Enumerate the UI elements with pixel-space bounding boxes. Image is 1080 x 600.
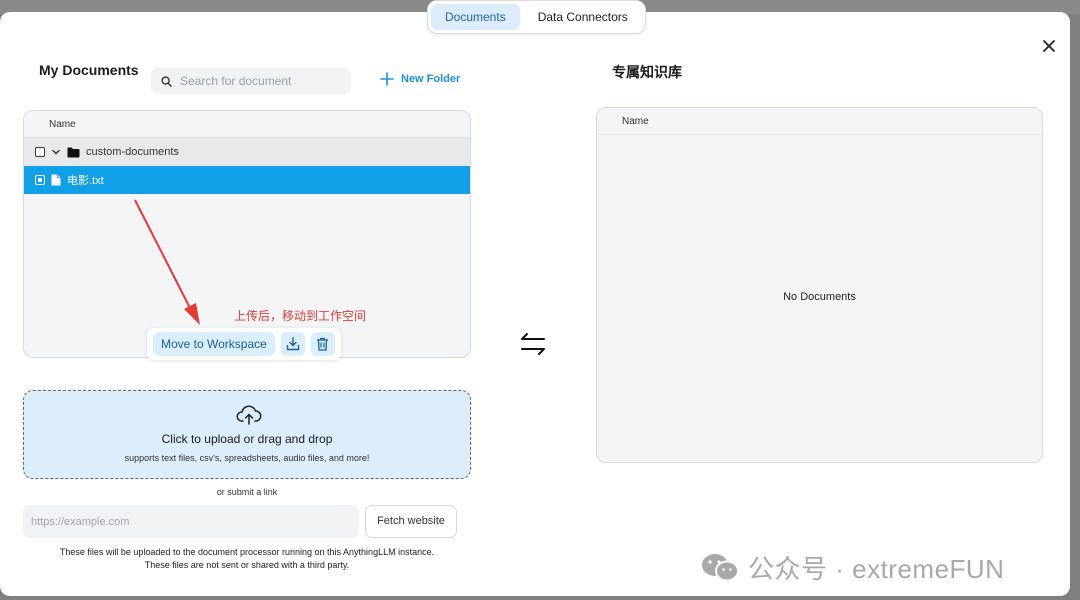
search-icon — [161, 75, 172, 87]
workspace-title: 专属知识库 — [612, 64, 682, 80]
file-icon — [51, 174, 61, 186]
annotation-text: 上传后，移动到工作空间 — [234, 309, 367, 323]
folder-row[interactable]: custom-documents — [24, 138, 470, 166]
folder-name: custom-documents — [86, 146, 179, 158]
wechat-icon — [702, 553, 739, 581]
folder-checkbox[interactable] — [35, 147, 45, 157]
trash-icon — [317, 337, 329, 351]
file-row[interactable]: 电影.txt — [24, 166, 470, 194]
workspace-documents-panel: Name No Documents — [596, 107, 1043, 463]
privacy-note-line2: These files are not sent or shared with … — [144, 560, 350, 570]
tab-data-connectors[interactable]: Data Connectors — [524, 4, 642, 30]
my-documents-title: My Documents — [39, 62, 139, 78]
empty-state-message: No Documents — [783, 291, 856, 303]
or-submit-link-label: or submit a link — [216, 487, 278, 497]
upload-title: Click to upload or drag and drop — [161, 432, 333, 446]
privacy-note-line1: These files will be uploaded to the docu… — [59, 547, 435, 557]
plus-icon — [380, 72, 394, 86]
swap-arrows-icon — [521, 333, 545, 355]
tab-documents[interactable]: Documents — [431, 4, 520, 30]
documents-modal: My Documents New Folder Name custom-docu… — [0, 12, 1070, 596]
new-folder-label: New Folder — [401, 73, 461, 85]
cloud-upload-icon — [236, 405, 262, 425]
file-name: 电影.txt — [67, 175, 104, 187]
chevron-down-icon[interactable] — [51, 147, 61, 157]
workspace-table-header-name: Name — [597, 108, 1042, 135]
upload-dropzone[interactable]: Click to upload or drag and drop support… — [23, 390, 471, 479]
move-to-workspace-button[interactable]: Move to Workspace — [153, 332, 275, 356]
search-input[interactable] — [180, 74, 340, 88]
embed-icon — [286, 337, 300, 351]
file-checkbox[interactable] — [35, 175, 45, 185]
embed-button[interactable] — [280, 332, 305, 356]
delete-button[interactable] — [310, 332, 335, 356]
new-folder-button[interactable]: New Folder — [380, 72, 460, 86]
watermark: 公众号 · extremeFUN — [700, 549, 1004, 586]
file-action-bar: Move to Workspace — [147, 328, 341, 360]
upload-subtitle: supports text files, csv's, spreadsheets… — [124, 453, 370, 463]
annotation-arrow — [134, 199, 200, 325]
search-box[interactable] — [151, 68, 351, 94]
folder-icon — [67, 147, 80, 157]
url-input[interactable] — [23, 505, 359, 538]
watermark-text: 公众号 · extremeFUN — [748, 554, 1005, 584]
top-tabs: Documents Data Connectors — [427, 0, 646, 34]
table-header-name: Name — [24, 111, 470, 138]
fetch-website-button[interactable]: Fetch website — [365, 505, 457, 538]
close-icon[interactable] — [1040, 37, 1058, 55]
